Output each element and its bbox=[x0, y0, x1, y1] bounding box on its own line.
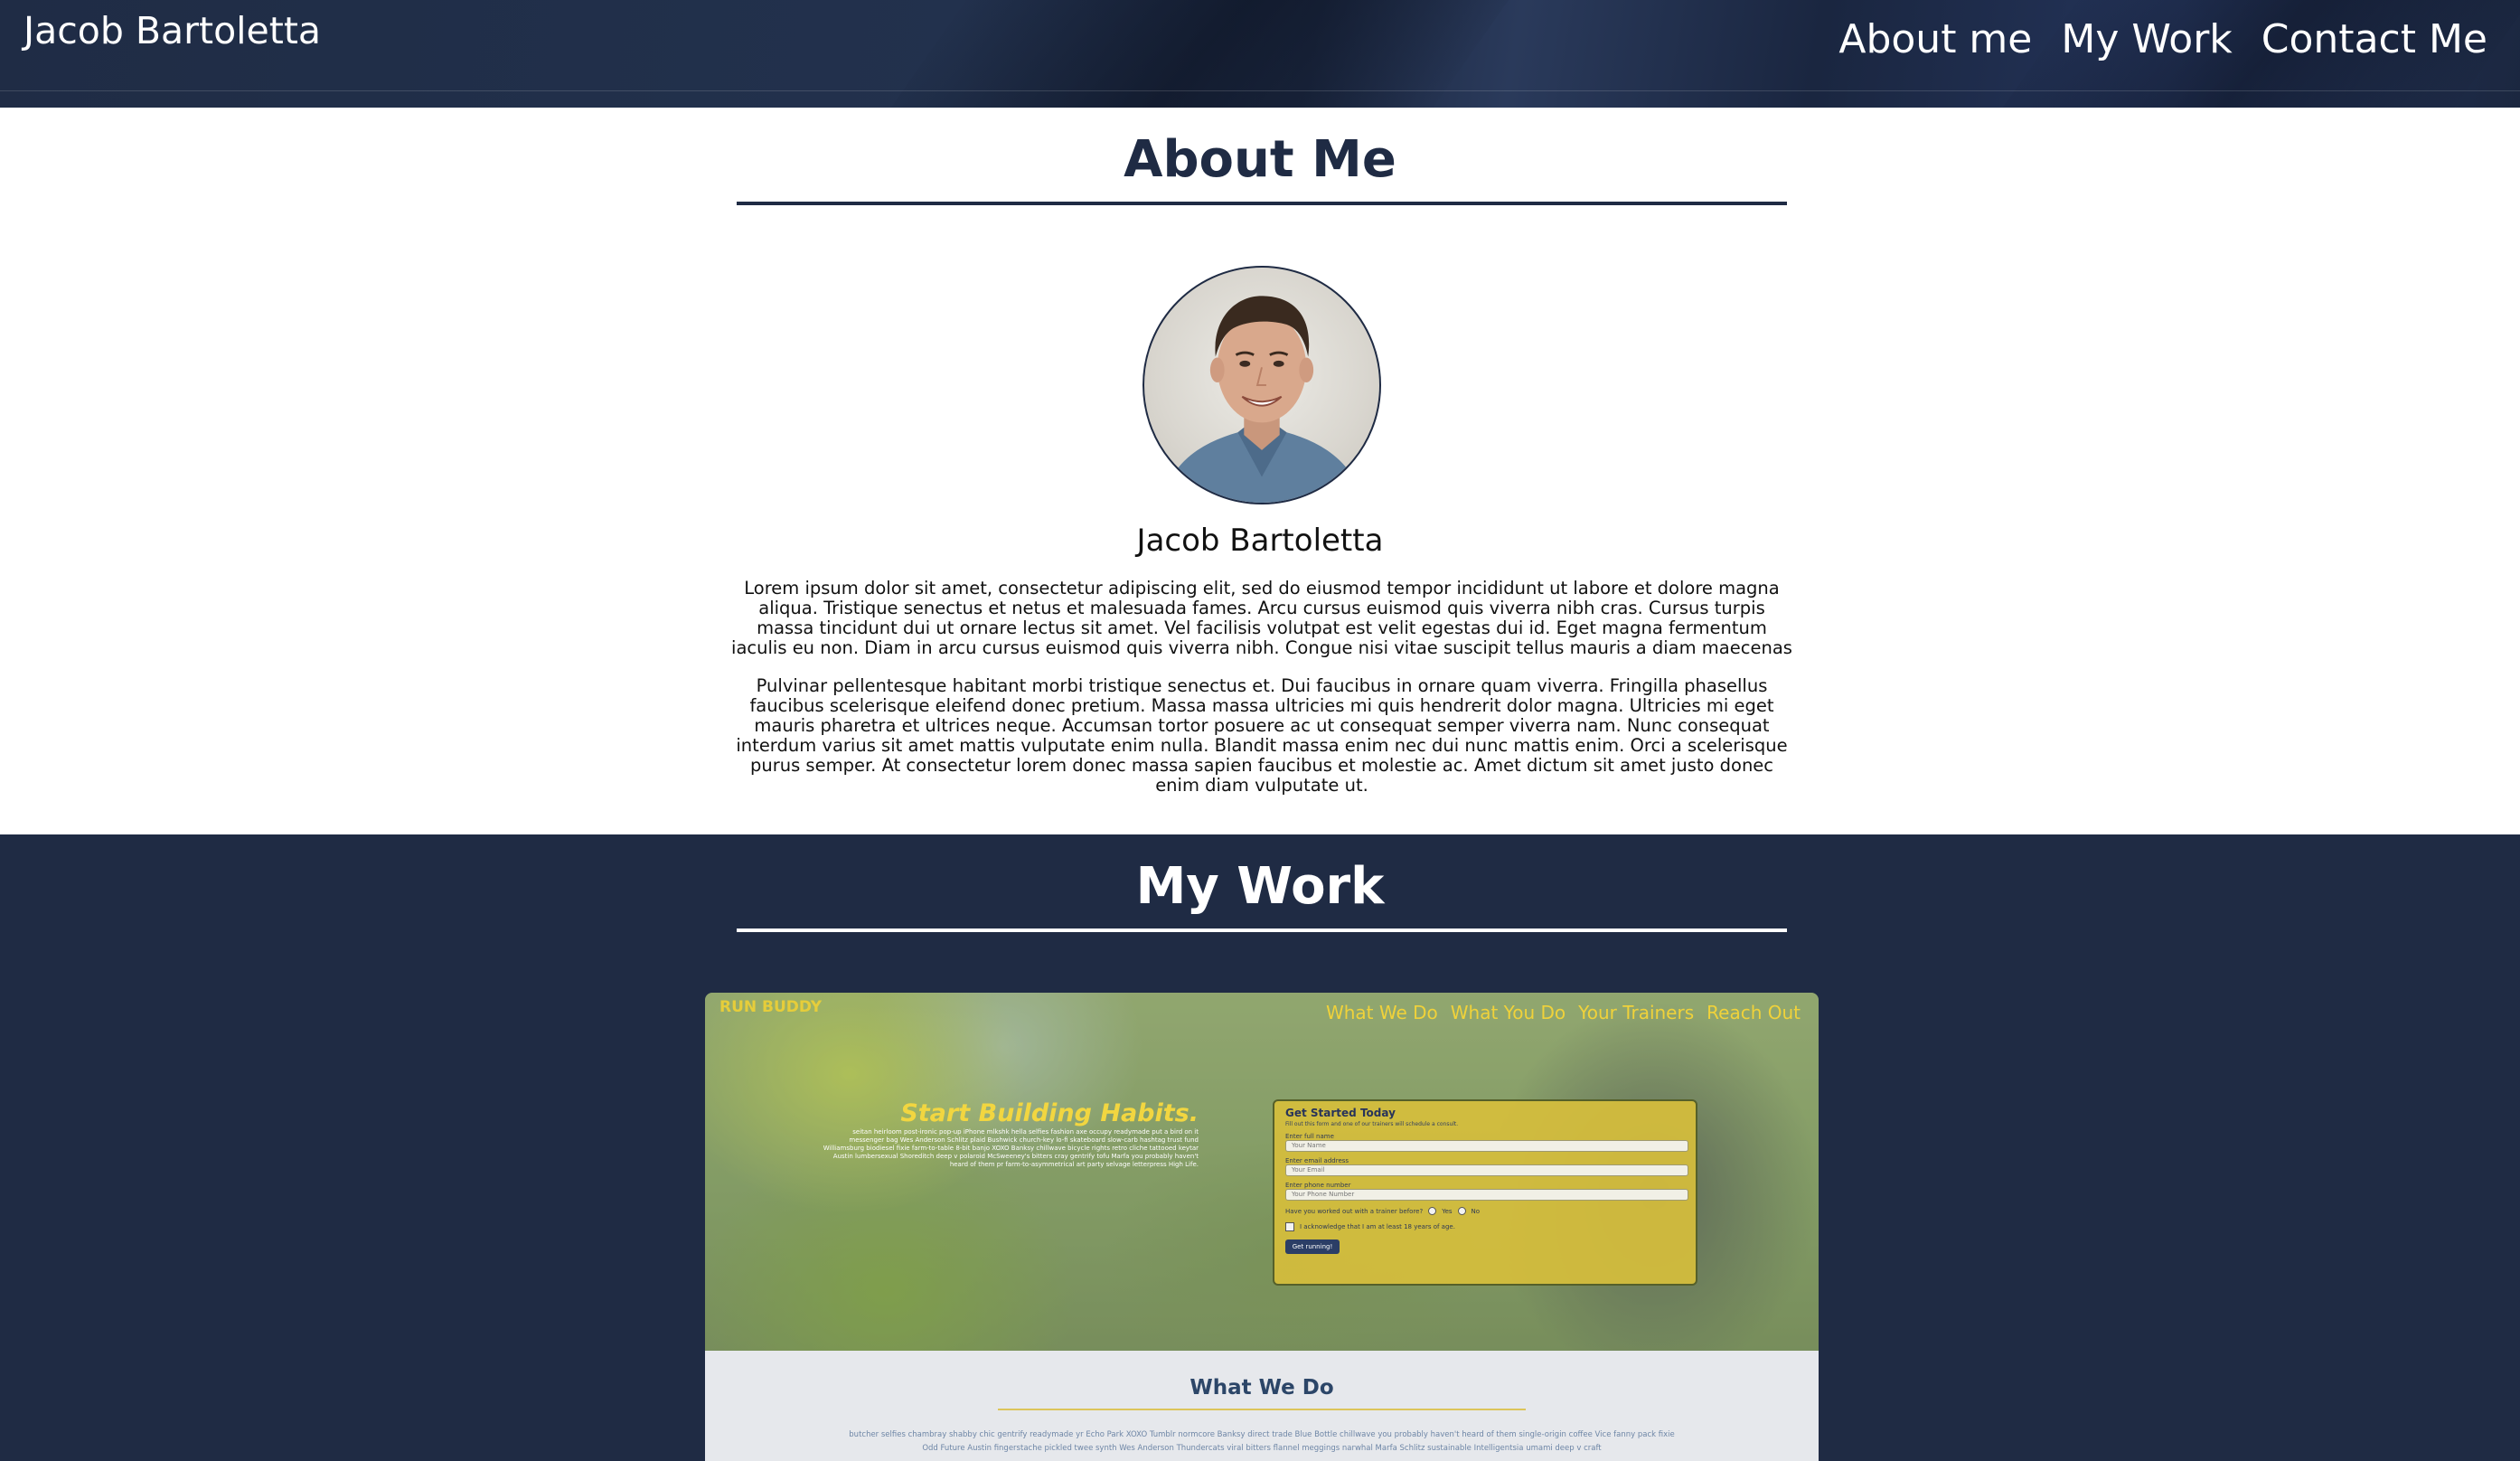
form-subtitle: Fill out this form and one of our traine… bbox=[1285, 1121, 1459, 1127]
project-hero-copy: seitan heirloom post-ironic pop-up iPhon… bbox=[823, 1128, 1199, 1168]
nav-my-work[interactable]: My Work bbox=[2061, 16, 2232, 62]
profile-photo bbox=[1161, 296, 1363, 503]
form-input-name: Your Name bbox=[1285, 1140, 1688, 1152]
form-input-phone: Your Phone Number bbox=[1285, 1189, 1688, 1201]
form-title: Get Started Today bbox=[1285, 1107, 1396, 1119]
project-section-copy: butcher selfies chambray shabby chic gen… bbox=[849, 1430, 1675, 1453]
form-input-email: Your Email bbox=[1285, 1164, 1688, 1176]
radio-question: Have you worked out with a trainer befor… bbox=[1285, 1207, 1424, 1215]
radio-icon bbox=[1457, 1207, 1466, 1215]
project-section-title: What We Do bbox=[1189, 1376, 1334, 1400]
work-title: My Work bbox=[1135, 857, 1385, 916]
project-card-run-buddy[interactable]: RUN BUDDY What We Do What You Do Your Tr… bbox=[705, 993, 1819, 1461]
about-title: About Me bbox=[1124, 130, 1396, 189]
project-nav-item: Your Trainers bbox=[1578, 1002, 1695, 1023]
bio-paragraph: Lorem ipsum dolor sit amet, consectetur … bbox=[731, 578, 1792, 658]
form-label: Enter phone number bbox=[1285, 1182, 1351, 1189]
form-checkbox-row: I acknowledge that I am at least 18 year… bbox=[1285, 1222, 1685, 1231]
site-header: Jacob Bartoletta About me My Work Contac… bbox=[0, 0, 2520, 108]
radio-no-label: No bbox=[1471, 1207, 1481, 1215]
nav-about-me[interactable]: About me bbox=[1838, 16, 2032, 62]
form-radio-row: Have you worked out with a trainer befor… bbox=[1285, 1207, 1685, 1215]
about-title-rule bbox=[737, 202, 1787, 205]
project-nav-item: What You Do bbox=[1450, 1002, 1566, 1023]
radio-icon bbox=[1428, 1207, 1437, 1215]
site-brand[interactable]: Jacob Bartoletta bbox=[24, 9, 321, 52]
project-section-rule bbox=[998, 1409, 1526, 1410]
project-nav-item: What We Do bbox=[1325, 1002, 1438, 1023]
avatar bbox=[1142, 266, 1381, 504]
about-section: About Me Jacob Bartoletta Lorem ipsum do… bbox=[0, 108, 2520, 834]
header-shading bbox=[851, 0, 1535, 108]
project-signup-form: Get Started Today Fill out this form and… bbox=[1273, 1099, 1697, 1286]
project-screenshot-hero: RUN BUDDY What We Do What You Do Your Tr… bbox=[705, 993, 1819, 1351]
form-label: Enter full name bbox=[1285, 1133, 1334, 1140]
form-submit-button: Get running! bbox=[1285, 1239, 1340, 1254]
nav-contact-me[interactable]: Contact Me bbox=[2261, 16, 2487, 62]
project-screenshot-lower: What We Do butcher selfies chambray shab… bbox=[705, 1351, 1819, 1461]
project-logo: RUN BUDDY bbox=[719, 998, 823, 1016]
work-section: My Work RUN BUDDY What We Do What You Do… bbox=[0, 834, 2520, 1461]
work-title-rule bbox=[737, 928, 1787, 932]
bio-paragraph: Pulvinar pellentesque habitant morbi tri… bbox=[736, 675, 1788, 796]
checkbox-icon bbox=[1285, 1222, 1294, 1231]
person-name: Jacob Bartoletta bbox=[1136, 523, 1384, 559]
checkbox-label: I acknowledge that I am at least 18 year… bbox=[1300, 1223, 1455, 1230]
form-label: Enter email address bbox=[1285, 1157, 1349, 1164]
radio-yes-label: Yes bbox=[1442, 1207, 1453, 1215]
header-divider bbox=[0, 90, 2520, 91]
main-nav: About me My Work Contact Me bbox=[1838, 16, 2487, 62]
project-nav: What We Do What You Do Your Trainers Rea… bbox=[1326, 1002, 1801, 1023]
project-nav-item: Reach Out bbox=[1707, 1002, 1801, 1023]
project-headline: Start Building Habits. bbox=[900, 1099, 1199, 1127]
